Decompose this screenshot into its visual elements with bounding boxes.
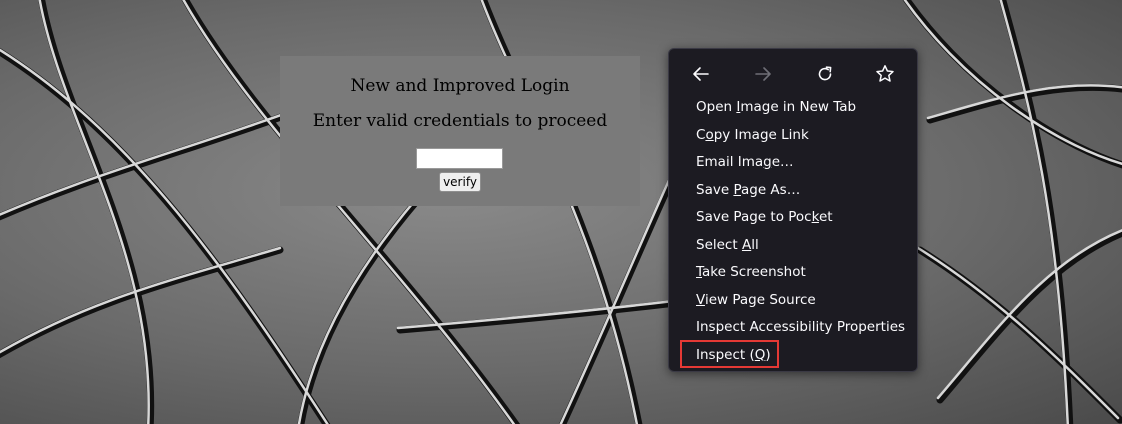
context-menu-navigation <box>683 61 903 87</box>
reload-button[interactable] <box>809 61 841 87</box>
menu-item-view-page-source[interactable]: View Page Source <box>669 287 917 315</box>
menu-item-take-screenshot[interactable]: Take Screenshot <box>669 259 917 287</box>
login-title: New and Improved Login <box>350 76 570 96</box>
menu-item-email-image[interactable]: Email Image… <box>669 149 917 177</box>
menu-item-copy-image-link[interactable]: Copy Image Link <box>669 122 917 150</box>
login-panel: New and Improved Login Enter valid crede… <box>280 56 640 206</box>
reload-icon <box>818 66 832 81</box>
back-arrow-icon <box>693 67 709 81</box>
menu-item-label: Copy Image Link <box>696 126 809 143</box>
bookmark-star-icon <box>876 65 894 82</box>
credentials-input[interactable] <box>416 148 503 169</box>
context-menu: Open Image in New Tab Copy Image Link Em… <box>668 48 918 372</box>
menu-item-save-page-as[interactable]: Save Page As… <box>669 177 917 205</box>
login-instructions: Enter valid credentials to proceed <box>312 111 608 131</box>
menu-item-label: Inspect (Q) <box>696 346 771 363</box>
context-menu-items: Open Image in New Tab Copy Image Link Em… <box>669 94 917 369</box>
menu-item-label: Save Page to Pocket <box>696 209 833 225</box>
menu-item-label: Inspect Accessibility Properties <box>696 319 906 335</box>
forward-arrow-icon <box>755 67 771 81</box>
menu-item-save-to-pocket[interactable]: Save Page to Pocket <box>669 204 917 232</box>
back-button[interactable] <box>685 61 717 87</box>
menu-item-label: Open Image in New Tab <box>696 99 857 115</box>
menu-item-inspect[interactable]: Inspect (Q) <box>669 342 917 370</box>
forward-button[interactable] <box>747 61 779 87</box>
menu-item-label: View Page Source <box>696 291 816 308</box>
verify-button[interactable]: verify <box>439 172 481 192</box>
menu-item-label: Select All <box>696 236 759 253</box>
bookmark-button[interactable] <box>869 61 901 87</box>
menu-item-label: Take Screenshot <box>696 264 806 280</box>
menu-item-inspect-accessibility[interactable]: Inspect Accessibility Properties <box>669 314 917 342</box>
menu-item-open-image-new-tab[interactable]: Open Image in New Tab <box>669 94 917 122</box>
menu-item-select-all[interactable]: Select All <box>669 232 917 260</box>
menu-item-label: Email Image… <box>696 154 794 170</box>
menu-item-label: Save Page As… <box>696 181 801 198</box>
